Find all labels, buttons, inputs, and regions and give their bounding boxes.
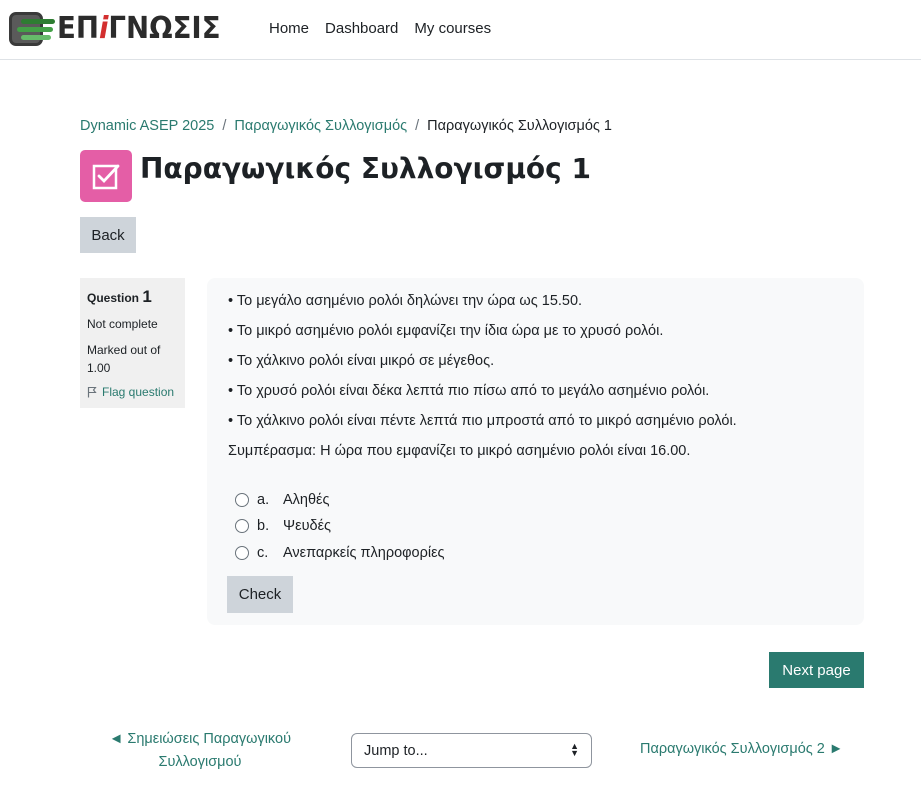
radio-button[interactable] bbox=[235, 546, 249, 560]
answer-text: Ανεπαρκείς πληροφορίες bbox=[283, 545, 445, 561]
breadcrumb-separator: / bbox=[222, 118, 227, 134]
premise-line: • Το χρυσό ρολόι είναι δέκα λεπτά πιο πί… bbox=[228, 383, 710, 399]
question-content: • Το μεγάλο ασημένιο ρολόι δηλώνει την ώ… bbox=[207, 278, 864, 625]
quiz-checkbox-icon bbox=[80, 150, 132, 202]
navbar: ΕΠiΓΝΩΣΙΣ Home Dashboard My courses bbox=[0, 0, 921, 60]
premise-line: • Το μεγάλο ασημένιο ρολόι δηλώνει την ώ… bbox=[228, 293, 583, 309]
radio-button[interactable] bbox=[235, 519, 249, 533]
conclusion-line: Συμπέρασμα: Η ώρα που εμφανίζει το μικρό… bbox=[228, 443, 691, 459]
premise-line: • Το χάλκινο ρολόι είναι μικρό σε μέγεθο… bbox=[228, 353, 495, 369]
question-number: Question 1 bbox=[87, 287, 152, 306]
answer-letter: a. bbox=[257, 492, 270, 508]
breadcrumb-course-link[interactable]: Dynamic ASEP 2025 bbox=[80, 118, 214, 134]
next-page-button[interactable]: Next page bbox=[769, 652, 864, 688]
answer-option-c[interactable]: c. Ανεπαρκείς πληροφορίες bbox=[235, 545, 445, 561]
jump-to-select[interactable]: Jump to... ▲ ▼ bbox=[351, 733, 592, 768]
previous-activity-line: Συλλογισμού bbox=[158, 754, 242, 770]
radio-button[interactable] bbox=[235, 493, 249, 507]
question-state: Not complete bbox=[87, 317, 158, 331]
breadcrumb-section-link[interactable]: Παραγωγικός Συλλογισμός bbox=[234, 118, 407, 134]
premise-line: • Το χάλκινο ρολόι είναι πέντε λεπτά πιο… bbox=[228, 413, 737, 429]
site-logo[interactable]: ΕΠiΓΝΩΣΙΣ bbox=[9, 12, 235, 46]
primary-nav: Home Dashboard My courses bbox=[269, 20, 507, 37]
flag-question-label: Flag question bbox=[102, 385, 175, 399]
nav-my-courses-link[interactable]: My courses bbox=[414, 20, 491, 37]
logo-mark-icon bbox=[9, 12, 55, 46]
sort-caret-icon: ▲ ▼ bbox=[570, 741, 579, 758]
breadcrumb-separator: / bbox=[415, 118, 420, 134]
question-grade: Marked out of 1.00 bbox=[87, 343, 161, 375]
flag-icon bbox=[87, 386, 97, 398]
question-info-panel: Question 1 Not complete Marked out of 1.… bbox=[80, 278, 185, 408]
answer-option-a[interactable]: a. Αληθές bbox=[235, 492, 330, 508]
breadcrumb-current: Παραγωγικός Συλλογισμός 1 bbox=[427, 118, 612, 134]
answer-letter: b. bbox=[257, 518, 270, 534]
nav-home-link[interactable]: Home bbox=[269, 20, 309, 37]
previous-activity-line: ◄ Σημειώσεις Παραγωγικού bbox=[108, 731, 291, 747]
answer-text: Αληθές bbox=[283, 492, 330, 508]
answer-option-b[interactable]: b. Ψευδές bbox=[235, 518, 331, 534]
previous-activity-link[interactable]: ◄ Σημειώσεις Παραγωγικού Συλλογισμού bbox=[90, 728, 310, 774]
answer-letter: c. bbox=[257, 545, 269, 561]
back-button[interactable]: Back bbox=[80, 217, 136, 253]
next-activity-link[interactable]: Παραγωγικός Συλλογισμός 2 ► bbox=[640, 741, 843, 757]
flag-question-link[interactable]: Flag question bbox=[87, 385, 178, 399]
premise-line: • Το μικρό ασημένιο ρολόι εμφανίζει την … bbox=[228, 323, 664, 339]
nav-dashboard-link[interactable]: Dashboard bbox=[325, 20, 398, 37]
page-title: Παραγωγικός Συλλογισμός 1 bbox=[140, 152, 591, 185]
jump-to-label: Jump to... bbox=[364, 742, 428, 759]
breadcrumb: Dynamic ASEP 2025 / Παραγωγικός Συλλογισ… bbox=[80, 118, 612, 134]
logo-text: ΕΠiΓΝΩΣΙΣ bbox=[57, 11, 221, 46]
check-button[interactable]: Check bbox=[227, 576, 293, 613]
answer-text: Ψευδές bbox=[283, 518, 332, 534]
